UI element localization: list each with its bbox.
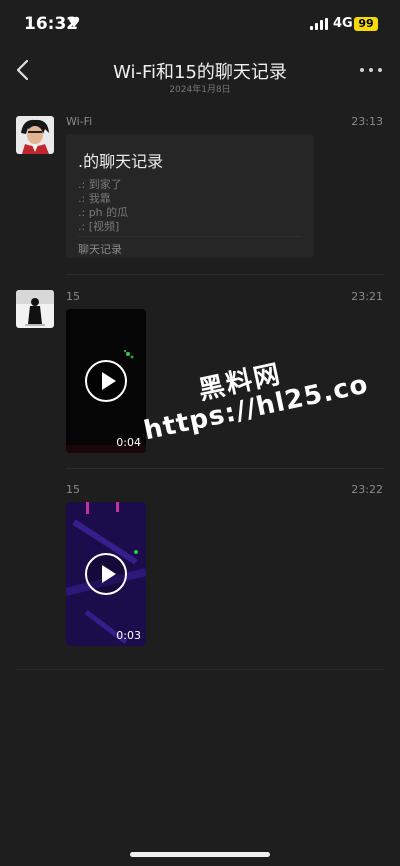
more-icon[interactable] [360,66,382,74]
avatar[interactable] [16,290,54,328]
play-icon[interactable] [85,553,127,595]
record-title: .的聊天记录 [78,152,164,171]
video-duration: 0:04 [116,436,141,449]
record-line: .: [视频] [78,220,120,233]
avatar[interactable] [16,116,54,154]
record-footer: 聊天记录 [78,243,122,256]
status-bar: 16:32 ♥ 4G 99 [0,0,400,50]
network-label: 4G [333,16,353,31]
heart-icon: ♥ [68,15,81,31]
page-subtitle: 2024年1月8日 [169,85,231,95]
message-time: 23:21 [351,290,383,303]
play-icon[interactable] [85,360,127,402]
message-time: 23:13 [351,115,383,128]
message-divider [66,468,384,469]
page-title: Wi-Fi和15的聊天记录 [113,62,287,83]
watermark: 黑料网 https://hl25.co [134,338,371,462]
sender-name: 15 [66,290,80,303]
video-thumbnail[interactable]: 0:03 [66,502,146,646]
sender-name: 15 [66,483,80,496]
battery-badge: 99 [354,17,378,31]
record-divider [78,236,302,237]
message-time: 23:22 [351,483,383,496]
nav-bar: Wi-Fi和15的聊天记录 2024年1月8日 [0,50,400,100]
end-divider [16,669,384,670]
chat-record-card[interactable]: .的聊天记录 .: 到家了 .: 我靠 .: ph 的瓜 .: [视频] 聊天记… [66,134,314,258]
video-duration: 0:03 [116,629,141,642]
video-thumbnail[interactable]: 0:04 [66,309,146,453]
sender-name: Wi-Fi [66,115,93,128]
message-divider [66,274,384,275]
home-indicator[interactable] [130,852,270,857]
signal-icon [310,18,328,30]
back-icon[interactable] [14,58,34,82]
